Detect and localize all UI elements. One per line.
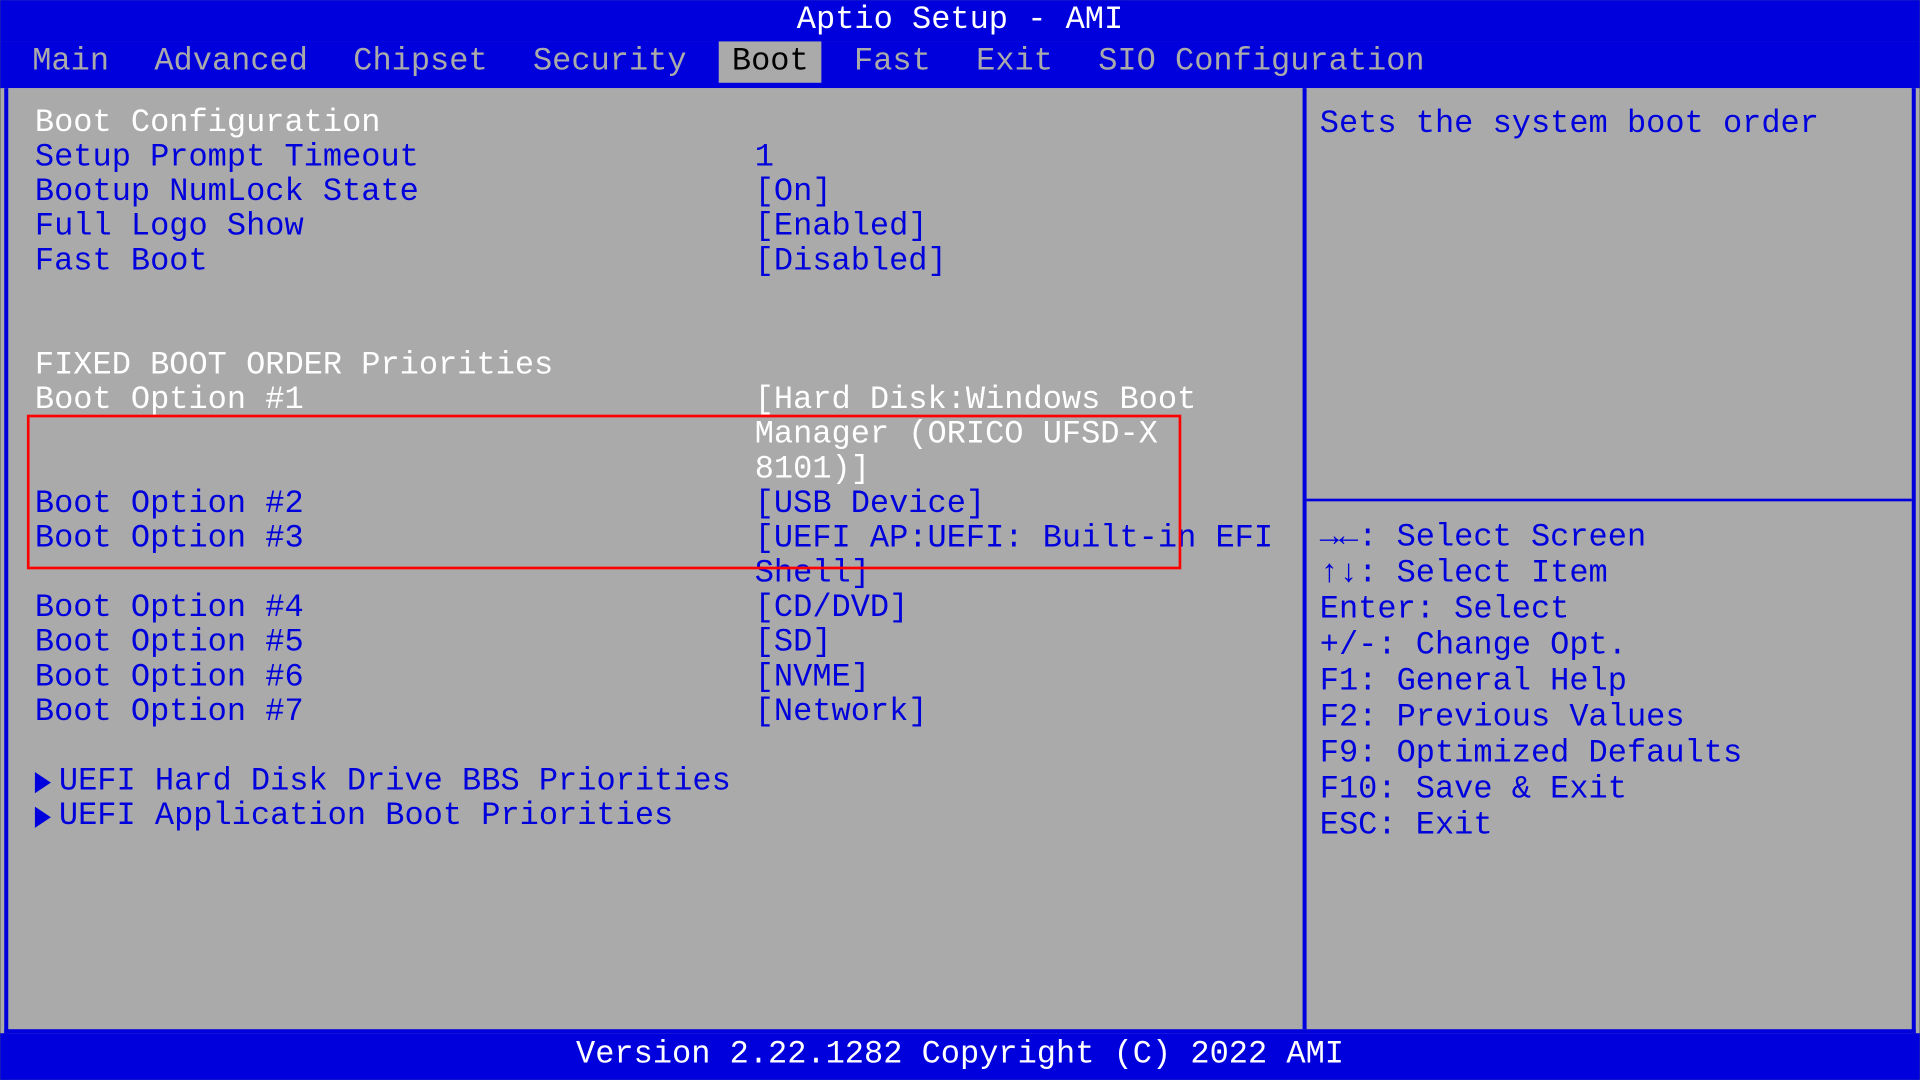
- keyhelp-line: +/-: Change Opt.: [1320, 628, 1899, 664]
- tab-sio-configuration[interactable]: SIO Configuration: [1085, 41, 1438, 82]
- triangle-right-icon: [35, 772, 51, 793]
- keyhelp-line: F1: General Help: [1320, 664, 1899, 700]
- item-label: Boot Option #1: [35, 384, 755, 488]
- submenu-label: UEFI Hard Disk Drive BBS Priorities: [59, 765, 731, 800]
- item-value: [SD]: [755, 627, 1276, 662]
- triangle-right-icon: [35, 807, 51, 828]
- keyhelp-line: F10: Save & Exit: [1320, 772, 1899, 808]
- tab-exit[interactable]: Exit: [963, 41, 1066, 82]
- boot-option-7[interactable]: Boot Option #7 [Network]: [35, 696, 1276, 731]
- keyhelp-line: F2: Previous Values: [1320, 700, 1899, 736]
- item-setup-prompt-timeout[interactable]: Setup Prompt Timeout 1: [35, 141, 1276, 176]
- version-text: Version 2.22.1282 Copyright (C) 2022 AMI: [576, 1037, 1344, 1073]
- boot-option-5[interactable]: Boot Option #5 [SD]: [35, 627, 1276, 662]
- item-value: [Disabled]: [755, 245, 1276, 280]
- section-boot-configuration: Boot Configuration: [35, 107, 1276, 142]
- keyhelp-line: F9: Optimized Defaults: [1320, 736, 1899, 772]
- item-value: [On]: [755, 176, 1276, 211]
- item-label: Boot Option #7: [35, 696, 755, 731]
- item-label: Boot Option #6: [35, 661, 755, 696]
- boot-option-4[interactable]: Boot Option #4 [CD/DVD]: [35, 592, 1276, 627]
- tab-chipset[interactable]: Chipset: [340, 41, 501, 82]
- item-value: [USB Device]: [755, 488, 1276, 523]
- submenu-uefi-app-boot[interactable]: UEFI Application Boot Priorities: [35, 800, 1276, 835]
- keyhelp-line: ESC: Exit: [1320, 808, 1899, 844]
- tab-main[interactable]: Main: [19, 41, 122, 82]
- item-label: Boot Option #2: [35, 488, 755, 523]
- item-label: Boot Option #5: [35, 627, 755, 662]
- tab-fast[interactable]: Fast: [841, 41, 944, 82]
- item-label: Bootup NumLock State: [35, 176, 755, 211]
- item-value: [Network]: [755, 696, 1276, 731]
- item-value: [NVME]: [755, 661, 1276, 696]
- spacer: [35, 315, 1276, 350]
- item-value: 1: [755, 141, 1276, 176]
- item-label: Full Logo Show: [35, 211, 755, 246]
- keyhelp-line: Enter: Select: [1320, 592, 1899, 628]
- item-value: [UEFI AP:UEFI: Built-in EFI Shell]: [755, 523, 1276, 592]
- item-label: Setup Prompt Timeout: [35, 141, 755, 176]
- title-bar: Aptio Setup - AMI: [0, 0, 1920, 41]
- spacer: [35, 280, 1276, 315]
- help-pane: Sets the system boot order →←: Select Sc…: [1306, 88, 1911, 1029]
- item-full-logo-show[interactable]: Full Logo Show [Enabled]: [35, 211, 1276, 246]
- bios-screen: Aptio Setup - AMI Main Advanced Chipset …: [0, 0, 1920, 1080]
- tab-security[interactable]: Security: [520, 41, 700, 82]
- boot-option-6[interactable]: Boot Option #6 [NVME]: [35, 661, 1276, 696]
- keyhelp-line: →←: Select Screen: [1320, 520, 1899, 556]
- item-value: [CD/DVD]: [755, 592, 1276, 627]
- boot-option-1[interactable]: Boot Option #1 [Hard Disk:Windows Boot M…: [35, 384, 1276, 488]
- item-label: Boot Option #3: [35, 523, 755, 592]
- help-text: Sets the system boot order: [1320, 107, 1819, 143]
- boot-option-3[interactable]: Boot Option #3 [UEFI AP:UEFI: Built-in E…: [35, 523, 1276, 592]
- item-bootup-numlock-state[interactable]: Bootup NumLock State [On]: [35, 176, 1276, 211]
- tab-boot[interactable]: Boot: [719, 41, 822, 82]
- keyhelp-line: ↑↓: Select Item: [1320, 556, 1899, 592]
- submenu-uefi-hdd-bbs[interactable]: UEFI Hard Disk Drive BBS Priorities: [35, 765, 1276, 800]
- section-fixed-boot-order: FIXED BOOT ORDER Priorities: [35, 349, 1276, 384]
- tab-advanced[interactable]: Advanced: [141, 41, 321, 82]
- submenu-label: UEFI Application Boot Priorities: [59, 800, 673, 835]
- item-label: Boot Option #4: [35, 592, 755, 627]
- item-value: [Hard Disk:Windows Boot Manager (ORICO U…: [755, 384, 1276, 488]
- boot-option-2[interactable]: Boot Option #2 [USB Device]: [35, 488, 1276, 523]
- footer-bar: Version 2.22.1282 Copyright (C) 2022 AMI: [0, 1033, 1920, 1080]
- item-label: Fast Boot: [35, 245, 755, 280]
- tab-bar: Main Advanced Chipset Security Boot Fast…: [0, 41, 1920, 88]
- item-fast-boot[interactable]: Fast Boot [Disabled]: [35, 245, 1276, 280]
- setup-title: Aptio Setup - AMI: [797, 3, 1123, 39]
- item-value: [Enabled]: [755, 211, 1276, 246]
- settings-pane: Boot Configuration Setup Prompt Timeout …: [8, 88, 1306, 1029]
- content-area: Boot Configuration Setup Prompt Timeout …: [4, 88, 1916, 1033]
- spacer: [35, 731, 1276, 766]
- help-description: Sets the system boot order: [1306, 88, 1911, 501]
- key-help: →←: Select Screen ↑↓: Select Item Enter:…: [1306, 501, 1911, 862]
